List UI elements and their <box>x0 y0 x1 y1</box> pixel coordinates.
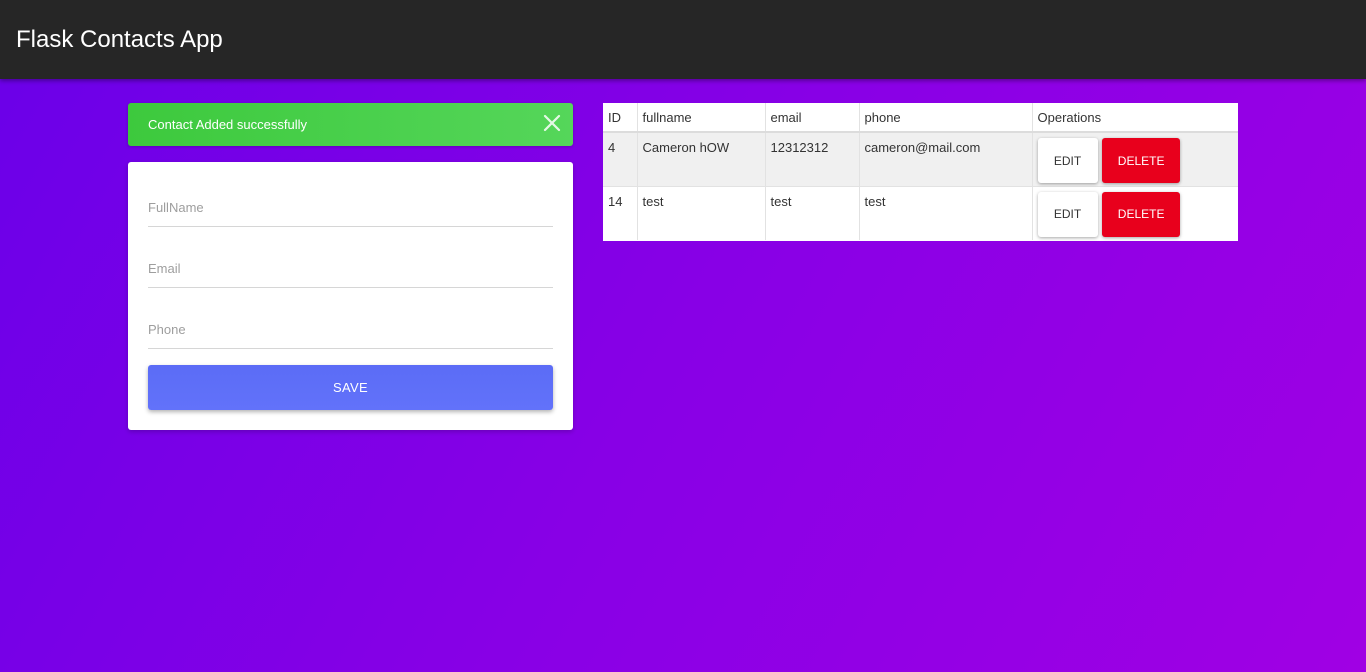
header-email: email <box>765 103 860 132</box>
cell-email: test <box>765 186 860 240</box>
close-icon[interactable] <box>543 114 561 132</box>
edit-button[interactable]: EDIT <box>1037 138 1098 183</box>
cell-operations: EDIT DELETE <box>1032 132 1238 186</box>
table-row: 14 test test test EDIT DELETE <box>603 186 1238 240</box>
cell-phone: cameron@mail.com <box>859 132 1033 186</box>
cell-id: 4 <box>603 132 638 186</box>
top-navbar: Flask Contacts App <box>0 0 1366 79</box>
cell-operations: EDIT DELETE <box>1032 186 1238 240</box>
table-row: 4 Cameron hOW 12312312 cameron@mail.com … <box>603 132 1238 186</box>
alert-message: Contact Added successfully <box>148 117 307 132</box>
fullname-input[interactable] <box>148 189 553 227</box>
phone-input[interactable] <box>148 311 553 349</box>
delete-button[interactable]: DELETE <box>1102 138 1181 183</box>
delete-button[interactable]: DELETE <box>1102 191 1181 237</box>
cell-email: 12312312 <box>765 132 860 186</box>
save-button[interactable]: SAVE <box>148 365 553 410</box>
email-input[interactable] <box>148 250 553 288</box>
contacts-table: ID fullname email phone Operations 4 Cam… <box>603 103 1238 241</box>
header-id: ID <box>603 103 638 132</box>
table-header-row: ID fullname email phone Operations <box>603 103 1238 132</box>
edit-button[interactable]: EDIT <box>1037 191 1098 237</box>
header-fullname: fullname <box>637 103 766 132</box>
success-alert: Contact Added successfully <box>128 103 573 146</box>
header-phone: phone <box>859 103 1033 132</box>
cell-fullname: Cameron hOW <box>637 132 766 186</box>
header-operations: Operations <box>1037 110 1102 125</box>
contact-form: SAVE <box>128 162 573 430</box>
cell-fullname: test <box>637 186 766 240</box>
app-title[interactable]: Flask Contacts App <box>16 24 223 56</box>
cell-id: 14 <box>603 186 638 240</box>
cell-phone: test <box>859 186 1033 240</box>
